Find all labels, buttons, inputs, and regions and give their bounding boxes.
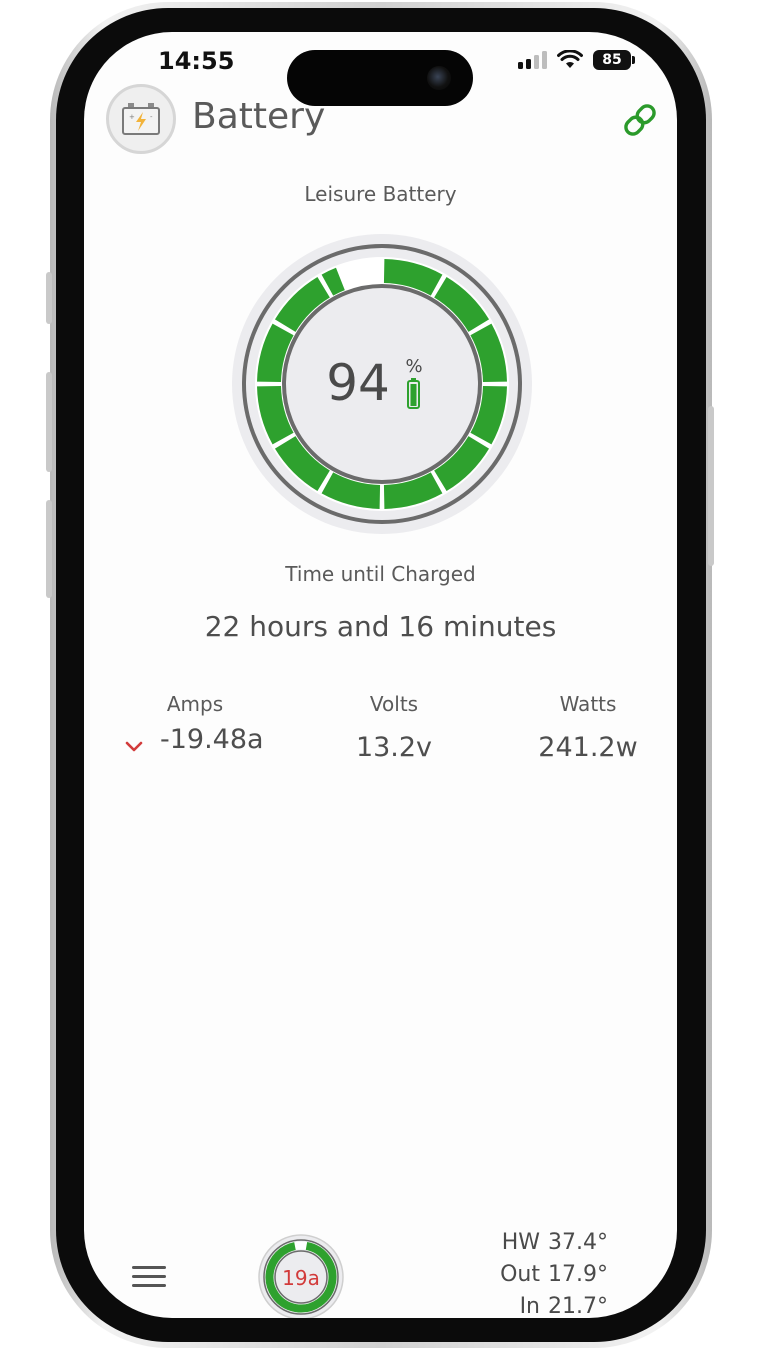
- charge-percent-value: 94: [326, 354, 390, 412]
- gauge-segment-filled: [470, 323, 507, 383]
- volts-label: Volts: [369, 692, 419, 716]
- svg-text:+: +: [129, 113, 135, 121]
- app-screen: 14:55 85 + - Battery Leisure Battery 94 …: [84, 32, 677, 1318]
- watts-label: Watts: [559, 692, 617, 716]
- cellular-signal-icon: [518, 51, 547, 69]
- volts-metric: Volts 13.2v: [334, 692, 454, 763]
- volts-value: 13.2v: [355, 732, 433, 763]
- mini-gauge-amps: 19a: [282, 1266, 320, 1290]
- temp-row-in: In 21.7°: [486, 1290, 608, 1319]
- front-camera: [427, 66, 451, 90]
- temp-row-hw: HW 37.4°: [486, 1226, 608, 1258]
- watts-metric: Watts 241.2w: [518, 692, 658, 763]
- link-icon[interactable]: [620, 100, 660, 140]
- phone-action-button: [46, 272, 52, 324]
- time-until-charged-value: 22 hours and 16 minutes: [204, 610, 557, 643]
- status-battery-icon: 85: [593, 50, 635, 70]
- wifi-icon: [557, 50, 583, 68]
- amps-value-wrap: -19.48a: [160, 708, 270, 755]
- page-title: Battery: [192, 96, 326, 137]
- gauge-segment-filled: [321, 472, 381, 509]
- mini-battery-gauge[interactable]: 19a: [258, 1234, 344, 1318]
- status-time: 14:55: [158, 47, 235, 75]
- temp-value: 17.9°: [548, 1261, 608, 1287]
- temp-value: 37.4°: [548, 1229, 608, 1255]
- watts-value: 241.2w: [538, 732, 638, 763]
- charge-percent-unit: %: [405, 356, 422, 377]
- temp-label: HW: [501, 1229, 540, 1255]
- chevron-down-icon: [125, 741, 143, 752]
- battery-name-label: Leisure Battery: [304, 182, 457, 206]
- temp-label: In: [519, 1293, 540, 1319]
- temp-row-out: Out 17.9°: [486, 1258, 608, 1290]
- temp-value: 21.7°: [548, 1293, 608, 1319]
- gauge-segment-filled: [257, 385, 294, 445]
- gauge-segment-filled: [257, 323, 294, 383]
- gauge-segment-filled: [321, 267, 345, 296]
- gauge-segment-filled: [470, 385, 507, 445]
- battery-charge-gauge: 94 %: [232, 234, 532, 534]
- phone-power-button: [708, 406, 714, 566]
- time-until-charged-label: Time until Charged: [285, 562, 476, 586]
- amps-value: -19.48a: [160, 724, 264, 755]
- gauge-segment-filled: [383, 472, 443, 509]
- hamburger-menu-icon[interactable]: [132, 1264, 166, 1290]
- battery-app-icon[interactable]: + -: [106, 84, 176, 154]
- status-icons: 85: [517, 50, 635, 70]
- temp-label: Out: [500, 1261, 540, 1287]
- phone-volume-down-button: [46, 500, 52, 598]
- phone-volume-up-button: [46, 372, 52, 472]
- temperature-readouts: HW 37.4° Out 17.9° In 21.7°: [486, 1226, 608, 1319]
- gauge-segment-filled: [383, 259, 443, 296]
- car-battery-icon: + -: [122, 103, 160, 135]
